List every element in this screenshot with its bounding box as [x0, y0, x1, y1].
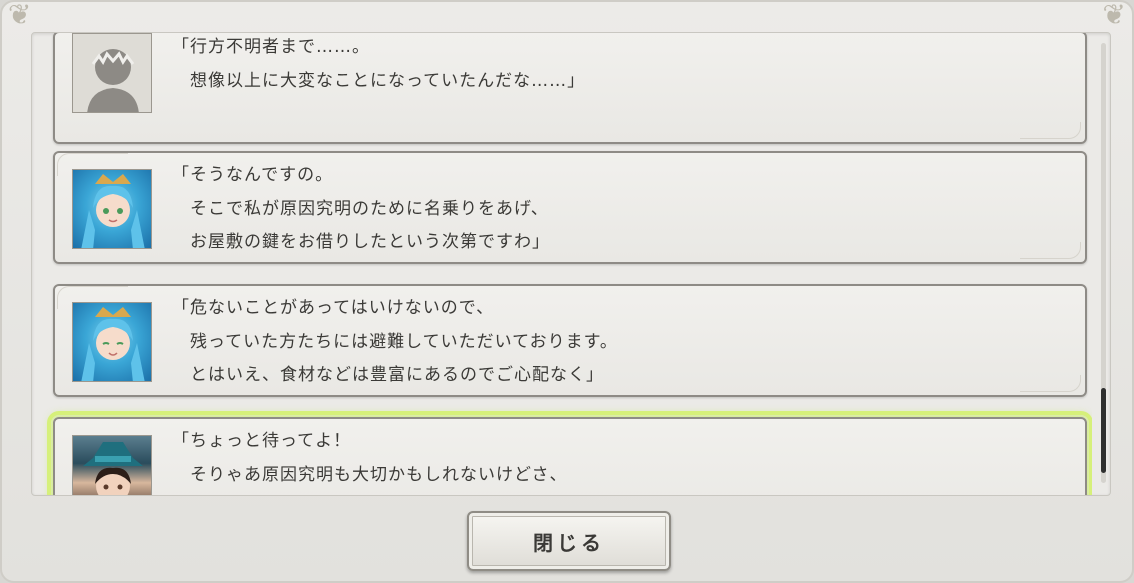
log-entry[interactable]: 「危ないことがあってはいけないので、 残っていた方たちには避難していただいており… — [53, 284, 1087, 397]
blue-haired-girl-portrait — [72, 169, 152, 249]
dialog-line: そこで私が原因究明のために名乗りをあげ、 — [172, 198, 549, 219]
dialog-text: 「行方不明者まで……。 想像以上に大変なことになっていたんだな……」 — [172, 33, 1065, 98]
dialog-line: 「行方不明者まで……。 — [172, 37, 370, 57]
close-button[interactable]: 閉じる — [467, 511, 671, 571]
dialog-line: 想像以上に大変なことになっていたんだな……」 — [172, 70, 586, 91]
unknown-silhouette-icon — [72, 33, 152, 113]
log-entry[interactable]: 「そうなんですの。 そこで私が原因究明のために名乗りをあげ、 お屋敷の鍵をお借り… — [53, 151, 1087, 264]
dialog-line: お屋敷の鍵をお借りしたという次第ですわ」 — [172, 232, 550, 252]
dark-haired-hat-character-portrait — [72, 435, 152, 495]
dialog-line: とはいえ、食材などは豊富にあるのでご心配なく」 — [172, 365, 604, 385]
blue-haired-girl-portrait — [72, 302, 152, 382]
dialog-line: 「そうなんですの。 — [172, 165, 334, 185]
dialog-line: 残っていた方たちには避難していただいております。 — [172, 331, 618, 352]
ornament-flourish — [1020, 122, 1081, 139]
dialog-text: 「そうなんですの。 そこで私が原因究明のために名乗りをあげ、 お屋敷の鍵をお借り… — [172, 159, 1065, 260]
log-entry-current[interactable]: 「ちょっと待ってよ！ そりゃあ原因究明も大切かもしれないけどさ、 — [47, 411, 1092, 495]
log-scrollbar[interactable] — [1101, 43, 1106, 483]
log-list: 「行方不明者まで……。 想像以上に大変なことになっていたんだな……」 「そうなん… — [32, 33, 1092, 495]
scrollbar-thumb[interactable] — [1101, 388, 1106, 473]
dialog-text: 「危ないことがあってはいけないので、 残っていた方たちには避難していただいており… — [172, 292, 1065, 393]
dialog-line: 「ちょっと待ってよ！ — [172, 431, 352, 451]
dialog-line: 「危ないことがあってはいけないので、 — [172, 298, 495, 318]
dialog-text: 「ちょっと待ってよ！ そりゃあ原因究明も大切かもしれないけどさ、 — [172, 425, 1065, 492]
dialog-line: そりゃあ原因究明も大切かもしれないけどさ、 — [172, 464, 568, 485]
log-entry[interactable]: 「行方不明者まで……。 想像以上に大変なことになっていたんだな……」 — [53, 33, 1087, 144]
log-panel[interactable]: 「行方不明者まで……。 想像以上に大変なことになっていたんだな……」 「そうなん… — [31, 32, 1111, 496]
dialog-log-window: ❦ ❦ 「行方不明者まで……。 想像以上に大変なことになっていたんだな……」 「… — [0, 0, 1134, 583]
